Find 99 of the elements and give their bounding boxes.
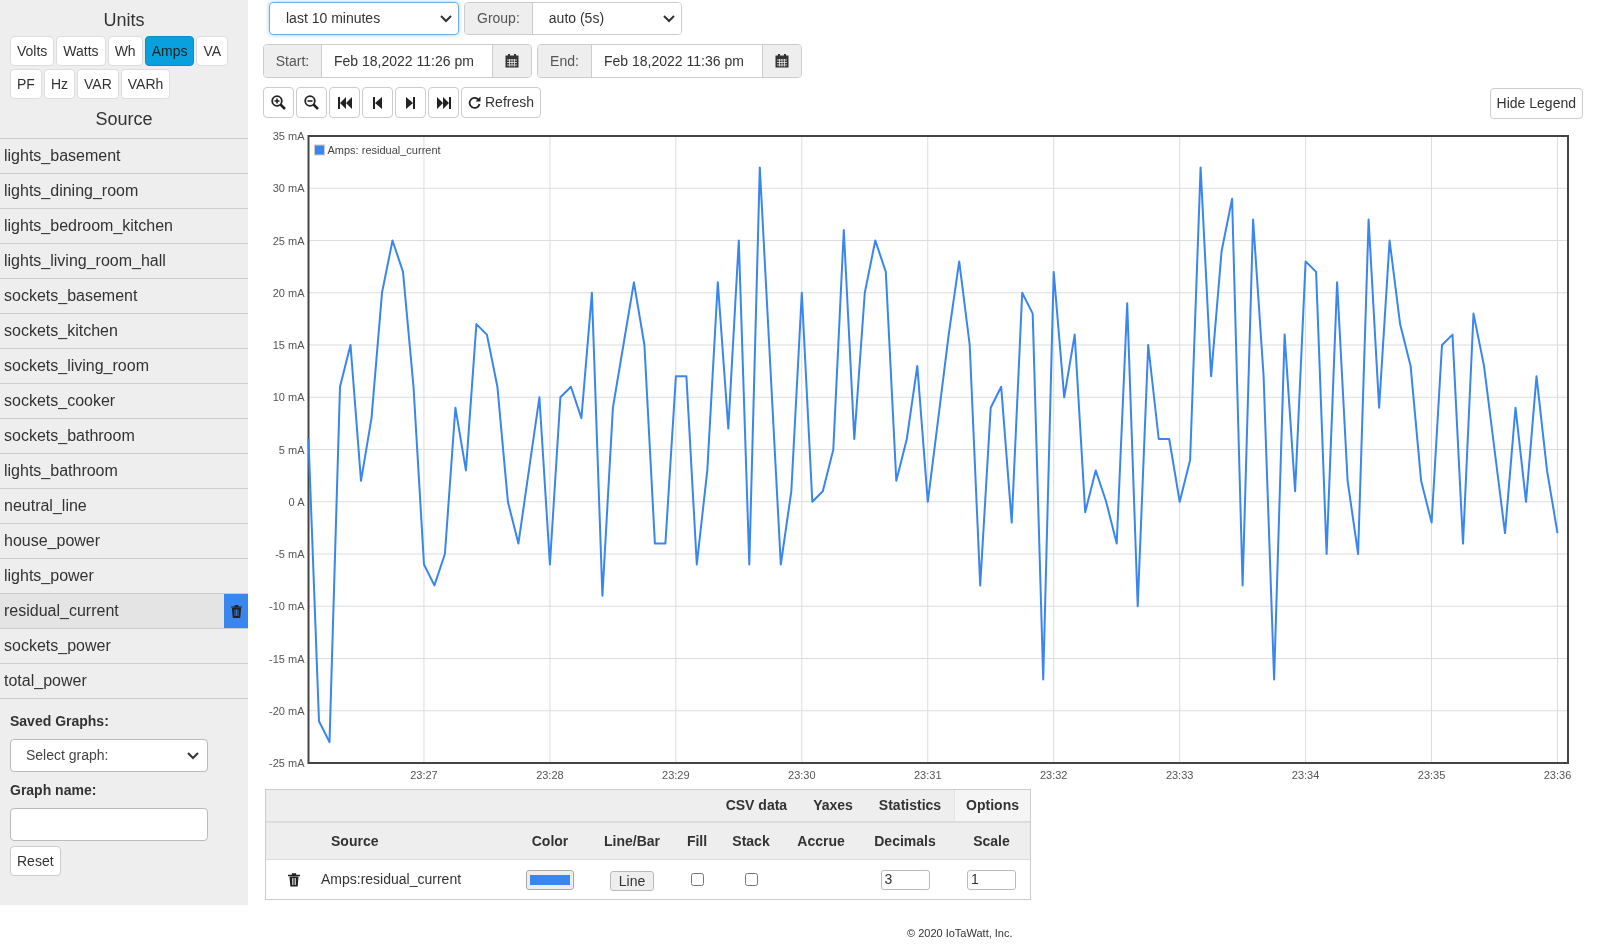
copyright-text: © 2020 IoTaWatt, Inc. xyxy=(907,926,1013,941)
unit-button[interactable]: PF xyxy=(10,69,42,99)
legend-label: Amps: residual_current xyxy=(327,144,441,156)
source-item[interactable]: sockets_kitchen xyxy=(0,314,248,348)
tab[interactable]: Yaxes xyxy=(800,790,866,821)
unit-button[interactable]: Amps xyxy=(144,36,195,66)
y-axis-label: 30 mA xyxy=(272,182,305,195)
x-axis-label: 23:36 xyxy=(1543,769,1572,781)
column-header: Scale xyxy=(973,831,1010,851)
x-axis-label: 23:28 xyxy=(536,769,564,781)
graph-name-label: Graph name: xyxy=(9,781,98,800)
source-item[interactable]: sockets_bathroom xyxy=(0,419,248,453)
source-item[interactable]: lights_bathroom xyxy=(0,454,248,488)
line-bar-button[interactable]: Line xyxy=(609,870,655,891)
unit-button[interactable]: Watts xyxy=(56,36,106,66)
chevron-down-icon xyxy=(440,14,452,23)
source-item[interactable]: sockets_power xyxy=(0,629,248,663)
y-axis-label: 15 mA xyxy=(272,339,305,351)
unit-button[interactable]: VARh xyxy=(120,69,171,99)
fill-checkbox[interactable] xyxy=(690,873,704,886)
column-header: Accrue xyxy=(797,831,845,851)
trash-icon xyxy=(287,872,300,887)
refresh-icon xyxy=(468,96,481,109)
column-header: Fill xyxy=(686,831,708,851)
step-back-button[interactable] xyxy=(362,87,393,118)
hide-legend-button[interactable]: Hide Legend xyxy=(1489,88,1583,119)
select-placeholder: Select graph: xyxy=(26,746,109,765)
color-picker[interactable] xyxy=(526,869,574,890)
saved-graphs-label: Saved Graphs: xyxy=(9,712,110,731)
column-header: Stack xyxy=(732,831,770,851)
x-axis-label: 23:27 xyxy=(410,769,438,781)
source-item[interactable]: residual_current xyxy=(0,594,224,628)
graph-name-field[interactable] xyxy=(10,808,208,841)
tab[interactable]: Statistics xyxy=(865,790,955,821)
source-item[interactable]: lights_power xyxy=(0,559,248,593)
source-name: Amps:residual_current xyxy=(321,870,462,889)
refresh-button[interactable]: Refresh xyxy=(461,87,542,118)
unit-button[interactable]: Volts xyxy=(10,36,55,66)
skip-start-icon xyxy=(337,96,352,109)
y-axis-label: 5 mA xyxy=(278,443,305,456)
source-item[interactable]: lights_bedroom_kitchen xyxy=(0,209,248,243)
y-axis-label: -25 mA xyxy=(269,757,305,769)
x-axis-label: 23:34 xyxy=(1291,769,1320,781)
source-item[interactable]: neutral_line xyxy=(0,489,248,523)
stack-checkbox[interactable] xyxy=(744,873,758,886)
step-forward-button[interactable] xyxy=(395,87,426,118)
period-select[interactable]: last 10 minutes xyxy=(269,2,459,35)
source-item[interactable]: lights_dining_room xyxy=(0,174,248,208)
source-item[interactable]: house_power xyxy=(0,524,248,558)
saved-graph-select[interactable]: Select graph: xyxy=(10,739,208,772)
source-heading: Source xyxy=(94,108,154,131)
column-header: Decimals xyxy=(874,831,936,851)
column-header: Source xyxy=(330,831,379,851)
y-axis-label: 10 mA xyxy=(272,391,305,404)
y-axis-label: 20 mA xyxy=(272,286,305,299)
zoom-out-button[interactable] xyxy=(296,87,327,118)
source-item[interactable]: sockets_basement xyxy=(0,279,248,313)
source-item[interactable]: lights_living_room_hall xyxy=(0,244,248,278)
zoom-in-icon xyxy=(271,95,286,110)
skip-end-button[interactable] xyxy=(428,87,459,118)
skip-start-button[interactable] xyxy=(329,87,360,118)
source-item[interactable]: lights_basement xyxy=(0,139,248,173)
step-forward-icon xyxy=(406,96,415,109)
reset-button[interactable]: Reset xyxy=(10,846,61,876)
trash-icon xyxy=(230,604,242,618)
unit-button[interactable]: VA xyxy=(196,36,229,66)
y-axis-label: -10 mA xyxy=(269,600,305,613)
step-back-icon xyxy=(373,96,382,109)
zoom-in-button[interactable] xyxy=(263,87,294,118)
source-item[interactable]: sockets_cooker xyxy=(0,384,248,418)
skip-end-icon xyxy=(436,96,451,109)
scale-field[interactable]: 1 xyxy=(967,869,1016,890)
y-axis-label: -20 mA xyxy=(269,704,305,717)
unit-button[interactable]: Hz xyxy=(43,69,75,99)
chevron-down-icon xyxy=(187,751,199,760)
tab[interactable]: CSV data xyxy=(712,790,801,821)
y-axis-label: -15 mA xyxy=(269,652,305,665)
source-item[interactable]: sockets_living_room xyxy=(0,349,248,383)
units-heading: Units xyxy=(102,9,146,32)
y-axis-label: 25 mA xyxy=(272,234,305,247)
y-axis-label: -5 mA xyxy=(275,548,305,560)
unit-button[interactable]: VAR xyxy=(77,69,119,99)
source-item[interactable]: total_power xyxy=(0,664,248,698)
tab[interactable]: Options xyxy=(954,790,1030,821)
decimals-field[interactable]: 3 xyxy=(880,869,930,890)
x-axis-label: 23:33 xyxy=(1165,769,1194,781)
x-axis-label: 23:30 xyxy=(788,769,816,781)
y-axis-label: 0 A xyxy=(288,495,305,508)
column-header: Line/Bar xyxy=(604,831,660,851)
delete-button[interactable] xyxy=(285,870,302,889)
x-axis-label: 23:31 xyxy=(914,769,942,781)
x-axis-label: 23:32 xyxy=(1039,769,1068,781)
period-value: last 10 minutes xyxy=(286,9,381,28)
unit-button[interactable]: Wh xyxy=(107,36,143,66)
x-axis-label: 23:29 xyxy=(662,769,690,781)
zoom-out-icon xyxy=(304,95,319,110)
column-header: Color xyxy=(531,831,569,851)
x-axis-label: 23:35 xyxy=(1417,769,1446,781)
y-axis-label: 35 mA xyxy=(272,130,305,142)
